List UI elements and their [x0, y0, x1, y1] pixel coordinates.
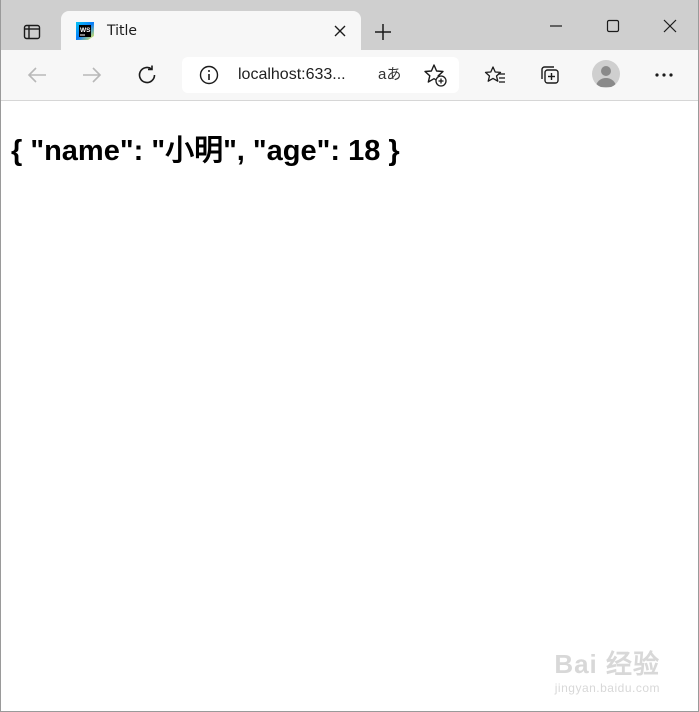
translate-icon[interactable]: aあ	[378, 63, 402, 87]
info-icon[interactable]	[198, 64, 220, 86]
tab-actions-button[interactable]	[13, 16, 51, 48]
toolbar: localhost:633... aあ	[1, 50, 698, 101]
tab-title-text: Title	[107, 23, 138, 39]
arrow-right-icon	[83, 67, 102, 83]
maximize-button[interactable]	[595, 8, 631, 44]
user-icon	[596, 66, 616, 87]
minimize-icon	[550, 25, 562, 27]
close-icon	[334, 25, 346, 37]
close-icon	[663, 19, 677, 33]
arrow-left-icon	[27, 67, 46, 83]
favorites-icon	[484, 66, 505, 83]
svg-text:WS: WS	[80, 27, 91, 34]
refresh-button[interactable]	[131, 59, 163, 91]
json-output: { "name": "小明", "age": 18 }	[11, 135, 400, 167]
collections-icon	[541, 66, 559, 84]
favorites-button[interactable]	[479, 59, 511, 91]
collections-button[interactable]	[534, 59, 566, 91]
watermark-sub: jingyan.baidu.com	[554, 681, 660, 695]
tab-close-button[interactable]	[331, 22, 349, 40]
baidu-watermark: Bai 经验 jingyan.baidu.com	[554, 644, 660, 695]
webstorm-icon: WS	[76, 22, 94, 40]
watermark-main: Bai 经验	[554, 649, 660, 679]
refresh-icon	[138, 65, 156, 84]
url-text[interactable]: localhost:633...	[238, 65, 346, 85]
tab-strip: WS Title	[1, 0, 698, 50]
more-icon	[655, 73, 673, 77]
page-content: { "name": "小明", "age": 18 } Bai 经验 jingy…	[1, 101, 698, 711]
maximize-icon	[606, 19, 620, 33]
forward-button[interactable]	[76, 59, 108, 91]
browser-window: WS Title localhost:633... aあ {"name": "…	[0, 0, 699, 712]
new-tab-button[interactable]	[369, 18, 397, 46]
minimize-button[interactable]	[538, 8, 574, 44]
profile-avatar[interactable]	[592, 60, 620, 88]
plus-icon	[375, 24, 391, 40]
more-button[interactable]	[648, 59, 680, 91]
tab-title[interactable]: WS Title	[61, 11, 361, 50]
close-window-button[interactable]	[652, 8, 688, 44]
add-favorite-icon[interactable]	[423, 63, 447, 87]
back-button[interactable]	[21, 59, 53, 91]
address-bar[interactable]: localhost:633... aあ	[182, 57, 459, 93]
tab-actions-icon	[23, 24, 41, 40]
